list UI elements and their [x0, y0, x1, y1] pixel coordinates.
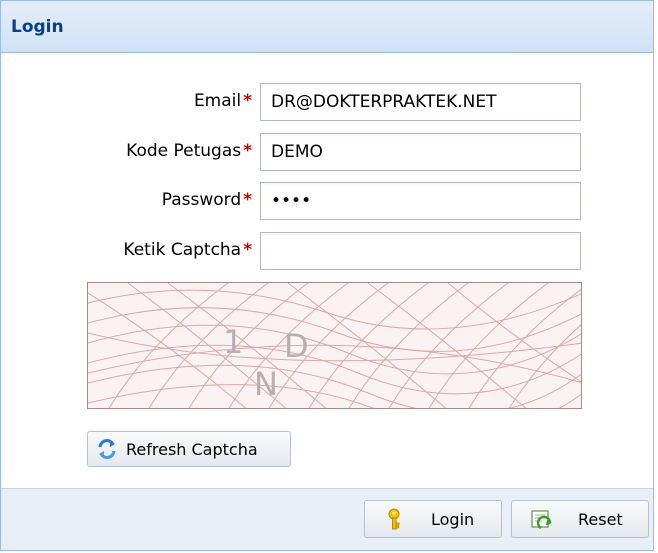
captcha-char: D	[284, 327, 309, 365]
login-label: Login	[431, 509, 475, 529]
captcha-field[interactable]	[260, 232, 581, 270]
captcha-image: 1 D N	[87, 282, 582, 409]
panel-header: Login	[1, 1, 653, 53]
captcha-char: N	[254, 365, 278, 403]
footer-toolbar: Login Reset	[1, 488, 653, 550]
password-label: Password *	[161, 190, 252, 210]
refresh-icon	[96, 438, 118, 460]
kode-petugas-row: Kode Petugas *	[1, 133, 655, 173]
captcha-input-row: Ketik Captcha *	[1, 232, 655, 272]
panel-title: Login	[11, 17, 64, 37]
reset-label: Reset	[578, 509, 623, 529]
kode-petugas-label: Kode Petugas *	[126, 141, 252, 161]
reset-icon	[530, 508, 552, 530]
required-mark: *	[243, 190, 252, 210]
login-panel: Login Email* Kode Petugas* Password* Ket…	[0, 0, 654, 551]
password-row: Password *	[1, 182, 655, 222]
reset-button[interactable]: Reset	[511, 500, 649, 538]
email-field[interactable]	[260, 83, 581, 121]
refresh-captcha-button[interactable]: Refresh Captcha	[87, 431, 291, 467]
password-field[interactable]	[260, 182, 581, 220]
email-label: Email *	[193, 91, 252, 111]
captcha-input-label: Ketik Captcha *	[123, 240, 252, 260]
required-mark: *	[243, 240, 252, 260]
key-icon	[383, 508, 405, 530]
required-mark: *	[243, 141, 252, 161]
login-button[interactable]: Login	[364, 500, 502, 538]
refresh-captcha-label: Refresh Captcha	[126, 439, 258, 459]
email-row: Email *	[1, 83, 655, 123]
captcha-noise: 1 D N	[88, 283, 581, 408]
required-mark: *	[243, 91, 252, 111]
captcha-char: 1	[223, 323, 243, 361]
kode-petugas-field[interactable]	[260, 133, 581, 171]
